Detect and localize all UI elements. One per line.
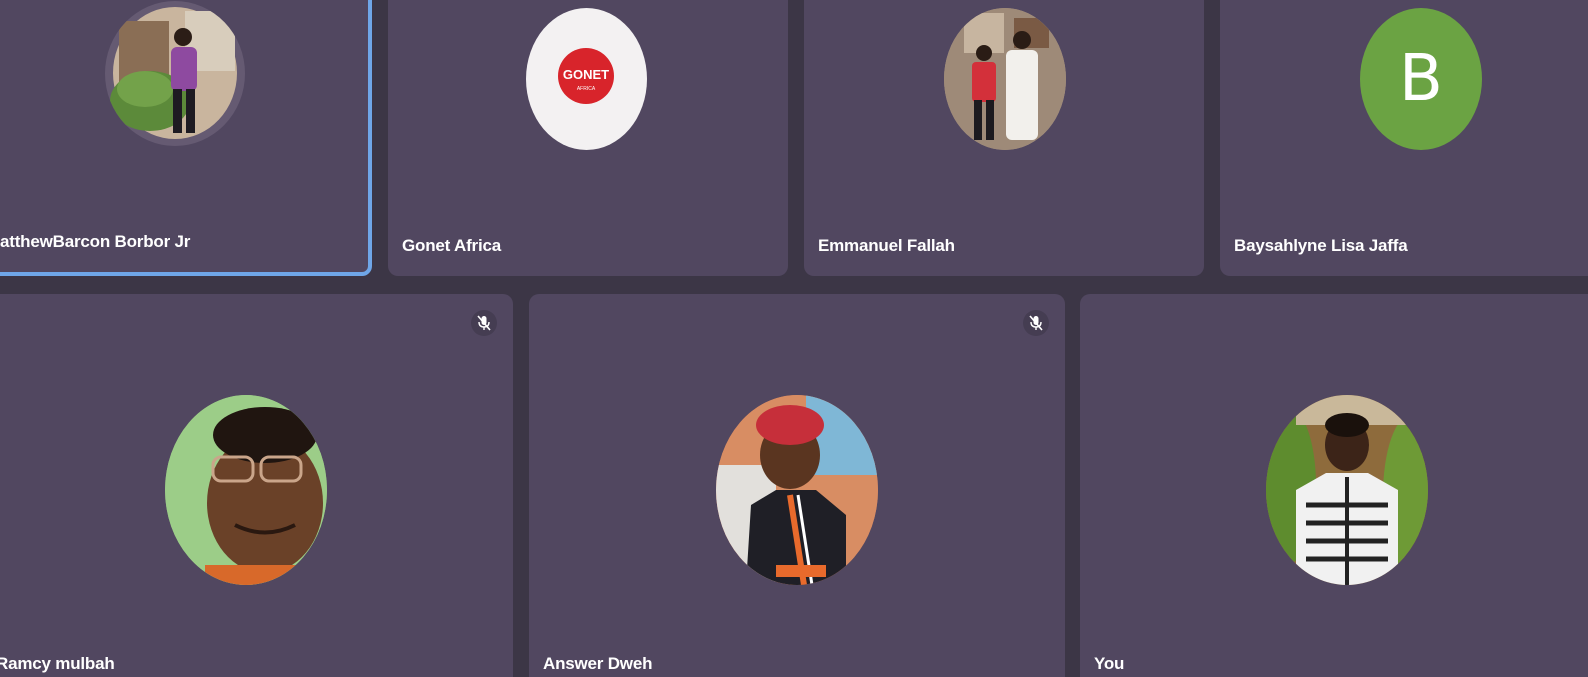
mute-indicator	[471, 310, 497, 336]
mic-off-icon	[1029, 315, 1043, 331]
avatar-photo	[716, 395, 878, 585]
participant-name: Gonet Africa	[402, 236, 501, 255]
mute-indicator	[1023, 310, 1049, 336]
participant-name: atthewBarcon Borbor Jr	[0, 232, 191, 251]
avatar-photo	[110, 7, 237, 139]
participant-name: Ramcy mulbah	[0, 654, 115, 673]
participant-name: Emmanuel Fallah	[818, 236, 955, 255]
mic-off-icon	[477, 315, 491, 331]
avatar: B	[1360, 8, 1482, 150]
participant-tile-emmanuel[interactable]: Emmanuel Fallah	[804, 0, 1204, 276]
participant-tile-ramcy[interactable]: Ramcy mulbah	[0, 294, 513, 677]
avatar	[944, 8, 1066, 150]
meeting-grid: atthewBarcon Borbor Jr GONET AFRICA Gone…	[0, 0, 1588, 677]
avatar-initial: B	[1399, 42, 1443, 116]
avatar	[1266, 395, 1428, 585]
participant-name: Answer Dweh	[543, 654, 653, 673]
participant-name: Baysahlyne Lisa Jaffa	[1234, 236, 1408, 255]
svg-text:AFRICA: AFRICA	[577, 86, 596, 92]
participant-tile-answer[interactable]: Answer Dweh	[529, 294, 1065, 677]
gonet-logo-icon: GONET AFRICA	[558, 48, 614, 104]
avatar	[716, 395, 878, 585]
avatar: GONET AFRICA	[526, 8, 647, 150]
avatar-photo	[1266, 395, 1428, 585]
avatar	[165, 395, 327, 585]
avatar-photo	[944, 8, 1066, 150]
participant-tile-gonet[interactable]: GONET AFRICA Gonet Africa	[388, 0, 788, 276]
participant-name: You	[1094, 654, 1125, 673]
participant-tile-you[interactable]: You	[1080, 294, 1588, 677]
svg-text:GONET: GONET	[563, 67, 609, 82]
participant-tile-matthew[interactable]: atthewBarcon Borbor Jr	[0, 0, 372, 276]
avatar	[105, 1, 245, 146]
avatar-photo	[165, 395, 327, 585]
participant-tile-baysahlyne[interactable]: B Baysahlyne Lisa Jaffa	[1220, 0, 1588, 276]
